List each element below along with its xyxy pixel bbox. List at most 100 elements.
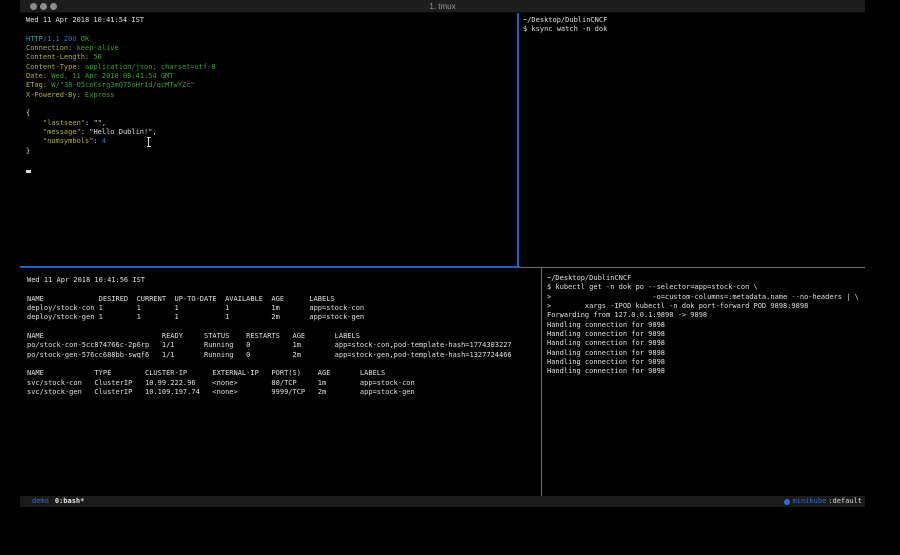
terminal-line: Content-Type: application/json; charset=… [26,63,517,72]
terminal-text: NAME TYPE CLUSTER-IP EXTERNAL-IP PORT(S)… [27,369,385,377]
terminal-line: deploy/stock-gen 1 1 1 1 2m app=stock-ge… [27,313,541,322]
terminal-line: ETag: W/"38-05coCsrg3mQ75sHr1d/qcMTwYZc" [26,81,517,90]
terminal-window: 1. tmux Wed 11 Apr 2018 10:41:54 IST HTTP… [20,0,865,507]
terminal-text: "numsymbols" [43,137,94,145]
terminal-text: OK [81,35,89,43]
pane-http-response[interactable]: Wed 11 Apr 2018 10:41:54 IST HTTP/1.1 200… [20,13,517,266]
pane-port-forward[interactable]: ~/Desktop/DublinCNCF$ kubectl get -n dok… [543,268,865,496]
terminal-text: po/stock-con-5cc874766c-2p6rp 1/1 Runnin… [27,341,512,349]
terminal-text: NAME READY STATUS RESTARTS AGE LABELS [27,332,360,340]
terminal-line: svc/stock-con ClusterIP 10.99.222.96 <no… [27,379,541,388]
terminal-text: svc/stock-gen ClusterIP 10.109.197.74 <n… [27,388,415,396]
terminal-text [26,137,43,145]
terminal-line: ~/Desktop/DublinCNCF [547,274,865,283]
terminal-line: $ ksync watch -n dok [523,25,865,34]
terminal-text: : "Hello Dublin!", [81,128,157,136]
terminal-line: NAME DESIRED CURRENT UP-TO-DATE AVAILABL… [27,295,541,304]
terminal-line: Forwarding from 127.0.0.1:9898 -> 9898 [547,311,865,320]
pane-divider-vertical-top[interactable] [517,13,519,266]
terminal-text: Handling connection for 9898 [547,321,665,329]
terminal-text: deploy/stock-gen 1 1 1 1 2m app=stock-ge… [27,313,364,321]
terminal-line: } [26,147,517,156]
terminal-text: > -o=custom-columns=:metadata.name --no-… [547,293,859,301]
terminal-text: /1.1 200 [43,35,81,43]
terminal-text: Content-Type: [26,63,81,71]
terminal-text: Handling connection for 9898 [547,358,665,366]
terminal-line [26,156,517,165]
terminal-text: $ kubectl get -n dok po --selector=app=s… [547,283,758,291]
terminal-cursor [26,170,31,173]
terminal-line: "numsymbols": 4 [26,137,517,146]
terminal-line: Connection: keep-alive [26,44,517,53]
terminal-line: > -o=custom-columns=:metadata.name --no-… [547,293,865,302]
terminal-line [27,285,541,294]
terminal-text: application/json; charset=utf-8 [85,63,216,71]
terminal-text: "lastseen" [43,119,85,127]
terminal-text: Forwarding from 127.0.0.1:9898 -> 9898 [547,311,707,319]
terminal-text [26,128,43,136]
kube-namespace: :default [828,496,862,507]
terminal-line: Handling connection for 9898 [547,321,865,330]
window-titlebar: 1. tmux [20,0,865,13]
terminal-line: po/stock-con-5cc874766c-2p6rp 1/1 Runnin… [27,341,541,350]
terminal-text: Handling connection for 9898 [547,367,665,375]
terminal-text: { [26,109,30,117]
terminal-text: svc/stock-con ClusterIP 10.99.222.96 <no… [27,379,415,387]
terminal-line: Handling connection for 9898 [547,339,865,348]
terminal-text: NAME DESIRED CURRENT UP-TO-DATE AVAILABL… [27,295,335,303]
terminal-line [27,323,541,332]
terminal-text: Wed 11 Apr 2018 10:41:54 IST [26,16,144,24]
terminal-text: Date: [26,72,47,80]
terminal-text: X-Powered-By: [26,91,81,99]
terminal-text: : [93,137,101,145]
terminal-text: po/stock-gen-576cc688bb-swqf6 1/1 Runnin… [27,351,512,359]
terminal-text: 4 [102,137,106,145]
terminal-line: "lastseen": "", [26,119,517,128]
terminal-text: ~/Desktop/DublinCNCF [523,16,607,24]
terminal-line: Content-Length: 56 [26,53,517,62]
window-item-bash[interactable]: 0:bash* [55,496,85,507]
terminal-line: po/stock-gen-576cc688bb-swqf6 1/1 Runnin… [27,351,541,360]
terminal-text: Handling connection for 9898 [547,330,665,338]
terminal-text: HTTP [26,35,43,43]
status-left: demo 0:bash* [32,496,84,507]
terminal-text: } [26,147,30,155]
terminal-line: Wed 11 Apr 2018 10:41:56 IST [27,276,541,285]
terminal-text: Connection: [26,44,72,52]
terminal-line: Date: Wed, 11 Apr 2018 09:41:54 GMT [26,72,517,81]
terminal-line: deploy/stock-con 1 1 1 1 1m app=stock-co… [27,304,541,313]
terminal-line: Handling connection for 9898 [547,358,865,367]
terminal-text: W/"38-05coCsrg3mQ75sHr1d/qcMTwYZc" [51,81,194,89]
terminal-line: { [26,109,517,118]
pane-divider-vertical-bottom[interactable] [541,268,542,496]
terminal-text: 56 [93,53,101,61]
terminal-line: > xargs -IPOD kubectl -n dok port-forwar… [547,302,865,311]
terminal-line: Wed 11 Apr 2018 10:41:54 IST [26,16,517,25]
session-name: demo [32,496,49,507]
pane-ksync-watch[interactable]: ~/Desktop/DublinCNCF$ ksync watch -n dok [520,13,865,266]
terminal-text: Handling connection for 9898 [547,349,665,357]
terminal-line [26,25,517,34]
terminal-text: keep-alive [77,44,119,52]
pane-kubectl-get[interactable]: Wed 11 Apr 2018 10:41:56 IST NAME DESIRED… [20,268,541,496]
terminal-text: > xargs -IPOD kubectl -n dok port-forwar… [547,302,808,310]
window-title: 1. tmux [20,2,865,11]
terminal-line: $ kubectl get -n dok po --selector=app=s… [547,283,865,292]
terminal-text: Handling connection for 9898 [547,339,665,347]
mouse-text-cursor-icon [148,137,149,147]
terminal-text: deploy/stock-con 1 1 1 1 1m app=stock-co… [27,304,364,312]
kubernetes-icon [784,499,790,505]
terminal-text: Express [85,91,115,99]
tmux-terminal: Wed 11 Apr 2018 10:41:54 IST HTTP/1.1 200… [20,13,865,496]
terminal-line [27,360,541,369]
terminal-line: ~/Desktop/DublinCNCF [523,16,865,25]
terminal-text: ETag: [26,81,47,89]
kube-context: minikube [793,496,827,507]
terminal-line: NAME TYPE CLUSTER-IP EXTERNAL-IP PORT(S)… [27,369,541,378]
terminal-line [26,166,517,175]
pane-divider-horizontal-left[interactable] [20,266,520,268]
terminal-text: Wed 11 Apr 2018 10:41:56 IST [27,276,145,284]
terminal-line: Handling connection for 9898 [547,330,865,339]
pane-divider-horizontal-right[interactable] [520,267,865,268]
terminal-text: ~/Desktop/DublinCNCF [547,274,631,282]
